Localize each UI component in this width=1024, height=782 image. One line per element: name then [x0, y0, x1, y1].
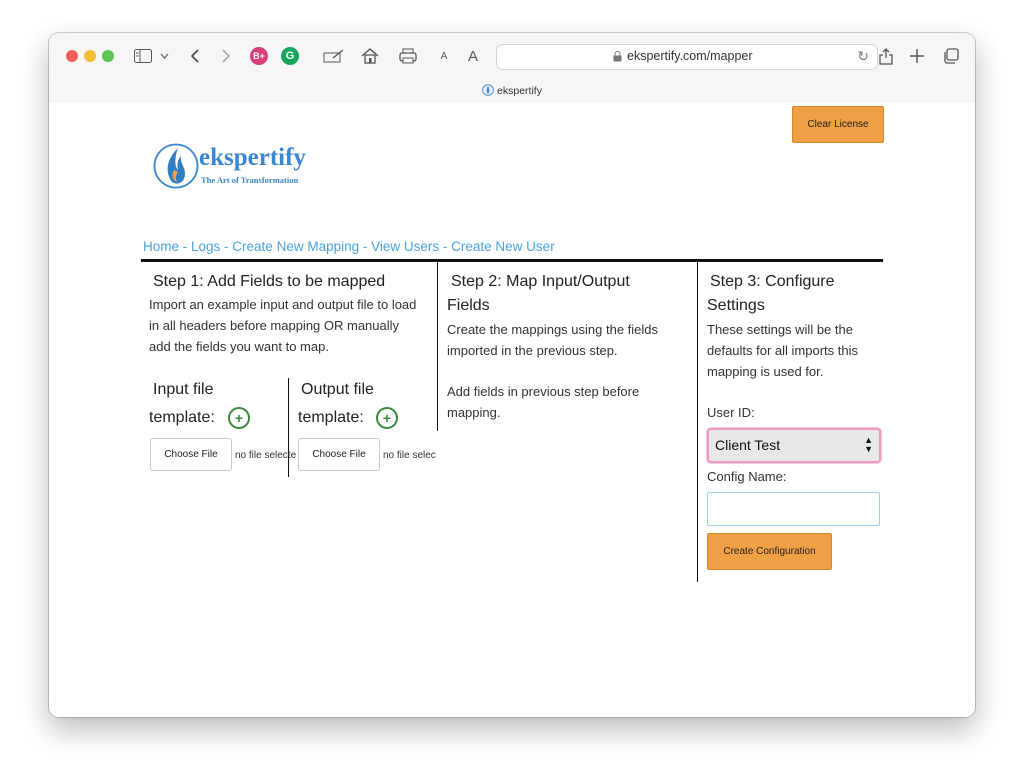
nav-create-mapping-link[interactable]: Create New Mapping [232, 239, 359, 254]
text-larger-label: A [467, 47, 478, 65]
config-name-input[interactable] [707, 492, 880, 526]
url-text: ekspertify.com/mapper [627, 49, 753, 63]
home-icon[interactable] [360, 45, 380, 67]
nav-view-users-link[interactable]: View Users [371, 239, 439, 254]
select-arrows-icon: ▲ ▼ [864, 435, 873, 454]
user-id-label: User ID: [707, 405, 755, 420]
tab-title[interactable]: ekspertify [49, 84, 975, 97]
reload-icon[interactable]: ↻ [857, 48, 869, 65]
grammarly-label: G [281, 47, 299, 65]
input-template-label-line2: template: [149, 409, 215, 426]
favicon-icon [482, 84, 494, 96]
chevron-down-icon[interactable] [157, 45, 171, 67]
address-bar[interactable]: ekspertify.com/mapper ↻ [496, 44, 878, 70]
nav-create-user-link[interactable]: Create New User [451, 239, 555, 254]
zoom-window-button[interactable] [102, 50, 114, 62]
share-icon[interactable] [878, 45, 894, 67]
user-id-select[interactable]: Client Test ▲ ▼ [707, 428, 881, 463]
input-choose-file-button[interactable]: Choose File [150, 438, 232, 471]
step2-description: Create the mappings using the fields imp… [447, 322, 659, 358]
logo: ekspertify The Art of Transformation [152, 142, 322, 192]
step2-note: Add fields in previous step before mappi… [447, 384, 640, 420]
edit-page-icon[interactable] [322, 45, 346, 67]
forward-icon[interactable] [219, 45, 233, 67]
browser-toolbar: B+ G A A ekspertify.com/mapper ↻ ekspert… [49, 33, 975, 104]
step3-description: These settings will be the defaults for … [707, 322, 859, 379]
minimize-window-button[interactable] [84, 50, 96, 62]
text-smaller-label: A [440, 50, 448, 62]
nav-separator: - [179, 239, 192, 254]
close-window-button[interactable] [66, 50, 78, 62]
browser-window: B+ G A A ekspertify.com/mapper ↻ ekspert… [49, 33, 975, 717]
step3-title-line1: Step 3: Configure [710, 273, 835, 290]
step3-title-line2: Settings [707, 297, 765, 314]
logo-name: ekspertify [199, 144, 306, 171]
flame-logo-icon [153, 143, 199, 189]
text-smaller-button[interactable]: A [438, 45, 450, 67]
tab-title-label: ekspertify [497, 85, 542, 97]
sidebar-icon[interactable] [133, 45, 153, 67]
lock-icon [613, 51, 622, 62]
new-tab-icon[interactable] [909, 45, 925, 67]
bplus-extension-label: B+ [250, 47, 268, 65]
main-nav: Home - Logs - Create New Mapping - View … [143, 239, 555, 254]
grammarly-icon[interactable]: G [280, 45, 300, 67]
input-file-status: no file selecte [235, 450, 297, 461]
nav-logs-link[interactable]: Logs [191, 239, 220, 254]
file-column-divider [288, 378, 289, 477]
input-template-label-line1: Input file [153, 381, 214, 398]
step2-title-line2: Fields [447, 297, 490, 314]
add-output-field-button[interactable]: + [376, 407, 398, 429]
column-divider [697, 262, 698, 582]
output-choose-file-button[interactable]: Choose File [298, 438, 380, 471]
bplus-extension-icon[interactable]: B+ [249, 45, 269, 67]
page-content: Clear License ekspertify The Art of Tran… [49, 103, 975, 717]
nav-home-link[interactable]: Home [143, 239, 179, 254]
column-divider [437, 262, 438, 431]
output-template-label-line2: template: [298, 409, 364, 426]
step1-title: Step 1: Add Fields to be mapped [153, 273, 386, 290]
header-divider [141, 259, 883, 262]
create-configuration-button[interactable]: Create Configuration [707, 533, 832, 570]
nav-separator: - [439, 239, 452, 254]
back-icon[interactable] [187, 45, 201, 67]
clear-license-button[interactable]: Clear License [792, 106, 884, 143]
nav-separator: - [220, 239, 233, 254]
user-id-selected-value: Client Test [715, 437, 781, 453]
add-input-field-button[interactable]: + [228, 407, 250, 429]
output-template-label-line1: Output file [301, 381, 374, 398]
step1-description: Import an example input and output file … [149, 297, 417, 354]
step2-title-line1: Step 2: Map Input/Output [451, 273, 630, 290]
nav-separator: - [359, 239, 372, 254]
config-name-label: Config Name: [707, 469, 787, 484]
logo-tagline: The Art of Transformation [201, 175, 299, 185]
tab-overview-icon[interactable] [942, 45, 960, 67]
output-file-status: no file selec [383, 450, 436, 461]
print-icon[interactable] [398, 45, 418, 67]
text-larger-button[interactable]: A [466, 45, 480, 67]
